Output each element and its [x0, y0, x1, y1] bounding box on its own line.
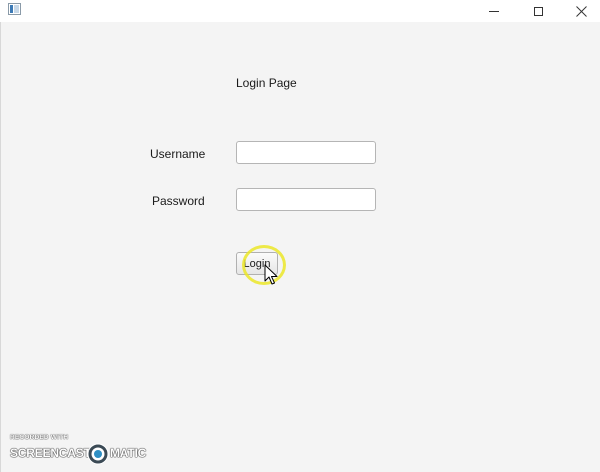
- screencast-watermark: RECORDED WITH SCREENCAST MATIC: [10, 434, 150, 465]
- title-bar: [0, 0, 600, 22]
- username-input[interactable]: [236, 141, 376, 164]
- watermark-brand-right: MATIC: [110, 446, 147, 460]
- password-label: Password: [152, 194, 205, 208]
- password-input[interactable]: [236, 188, 376, 211]
- close-icon: [575, 5, 587, 17]
- maximize-icon: [533, 6, 543, 16]
- watermark-recorded-with: RECORDED WITH: [10, 434, 69, 441]
- close-button[interactable]: [559, 0, 600, 22]
- page-title: Login Page: [236, 76, 297, 90]
- app-window-icon: [8, 3, 21, 15]
- screencast-logo-icon: [87, 443, 109, 465]
- login-button[interactable]: Login: [236, 252, 278, 275]
- username-label: Username: [150, 147, 206, 161]
- minimize-icon: [489, 10, 499, 12]
- maximize-button[interactable]: [516, 0, 560, 22]
- minimize-button[interactable]: [472, 0, 516, 22]
- watermark-brand-left: SCREENCAST: [10, 446, 91, 460]
- window-border: [0, 22, 1, 472]
